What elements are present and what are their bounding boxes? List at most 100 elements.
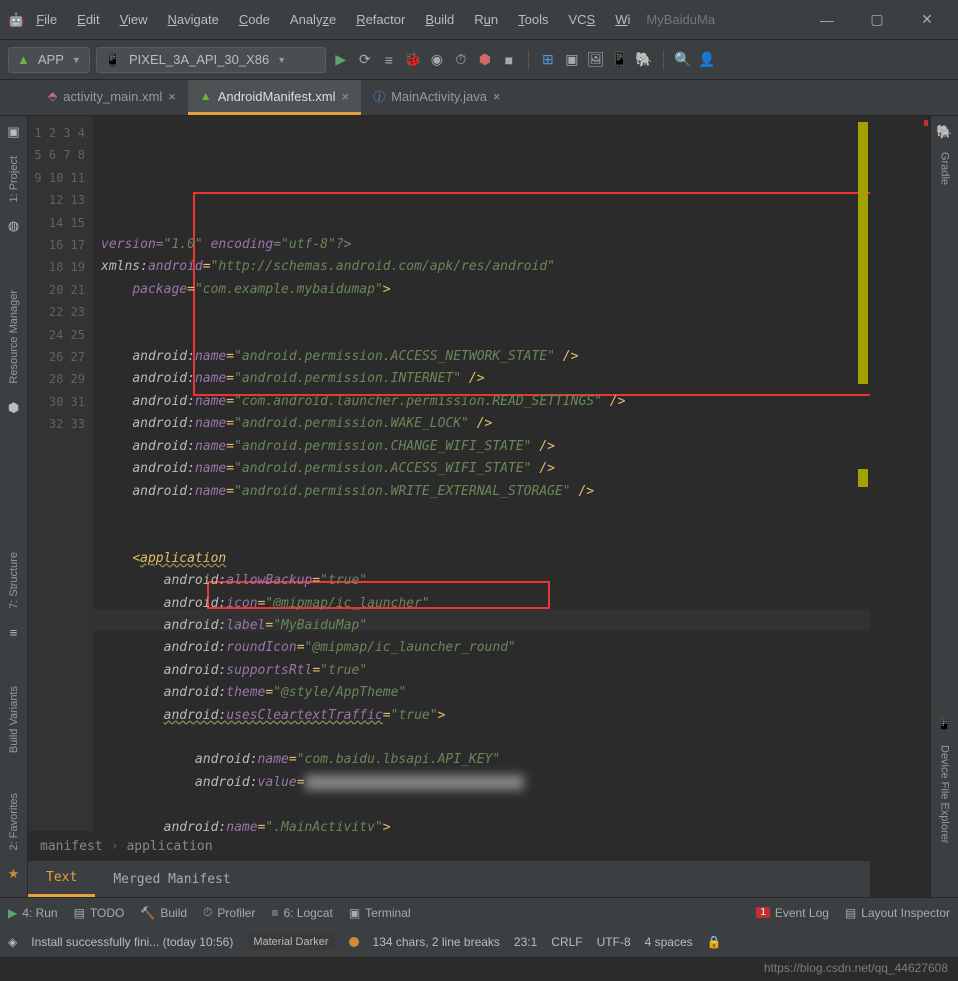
avd-manager-icon[interactable]: ⊞ <box>539 51 557 68</box>
status-message: Install successfully fini... (today 10:5… <box>31 935 233 949</box>
status-bar: ◈ Install successfully fini... (today 10… <box>0 927 958 957</box>
line-ending[interactable]: CRLF <box>551 935 582 949</box>
coverage-icon[interactable]: ◉ <box>428 51 446 68</box>
tab-main-activity[interactable]: ⓙ MainActivity.java × <box>361 80 512 115</box>
chevron-right-icon: › <box>111 839 119 854</box>
rail-gradle[interactable]: Gradle <box>939 148 951 189</box>
search-icon[interactable]: 🔍 <box>674 51 692 68</box>
cursor-position[interactable]: 23:1 <box>514 935 537 949</box>
menu-window[interactable]: Wi <box>607 8 638 31</box>
android-logo-icon: 🤖 <box>8 12 24 28</box>
rail-build-variants[interactable]: Build Variants <box>8 682 20 757</box>
title-bar: 🤖 File Edit View Navigate Code Analyze R… <box>0 0 958 40</box>
bottom-run[interactable]: ▶4: Run <box>8 906 58 920</box>
chevron-down-icon: ▼ <box>277 55 286 65</box>
tab-activity-main[interactable]: ⬘ activity_main.xml × <box>36 80 188 115</box>
profile-icon[interactable]: ⏱ <box>452 51 470 68</box>
structure-icon[interactable]: ≡ <box>10 625 18 640</box>
rail-project[interactable]: 1: Project <box>8 152 20 206</box>
star-icon[interactable]: ★ <box>8 866 20 882</box>
code-content[interactable]: version="1.0" encoding="utf-8"?> xmlns:a… <box>93 116 930 831</box>
status-dot-icon <box>349 937 359 947</box>
gradle-sync-icon[interactable]: 🐘 <box>635 51 653 68</box>
breadcrumb-item[interactable]: manifest <box>40 839 103 854</box>
main-toolbar: ▲ APP ▼ 📱 PIXEL_3A_API_30_X86 ▼ ▶ ⟳ ≡ 🐞 … <box>0 40 958 80</box>
bottom-terminal[interactable]: ▣ Terminal <box>349 906 411 920</box>
bottom-profiler[interactable]: ⏱ Profiler <box>203 905 255 920</box>
run-config-dropdown[interactable]: ▲ APP ▼ <box>8 47 90 73</box>
right-tool-rail: 🐘 Gradle 📱 Device File Explorer <box>930 116 958 897</box>
minimap[interactable] <box>870 116 930 831</box>
rail-device-explorer[interactable]: Device File Explorer <box>939 741 951 847</box>
phone-icon: 📱 <box>105 52 121 68</box>
avatar-icon[interactable]: 👤 <box>698 51 716 68</box>
device-label: PIXEL_3A_API_30_X86 <box>129 52 269 67</box>
selection-info: 134 chars, 2 line breaks <box>373 935 500 949</box>
theme-pill[interactable]: Material Darker <box>247 934 334 950</box>
menu-analyze[interactable]: Analyze <box>282 8 344 31</box>
device-manager-icon[interactable]: 📱 <box>611 51 629 68</box>
gradle-icon[interactable]: 🐘 <box>936 124 952 140</box>
left-tool-rail: ▣ 1: Project ◍ Resource Manager ⬢ 7: Str… <box>0 116 28 897</box>
rail-favorites[interactable]: 2: Favorites <box>8 789 20 854</box>
main-content: ▣ 1: Project ◍ Resource Manager ⬢ 7: Str… <box>0 116 958 897</box>
apply-changes-icon[interactable]: ⟳ <box>356 51 374 68</box>
sdk-manager-icon[interactable]: ▣ <box>563 51 581 68</box>
tab-label: MainActivity.java <box>391 89 487 104</box>
line-gutter: 1 2 3 4 5 6 7 8 9 10 11 12 13 14 15 16 1… <box>28 116 93 831</box>
run-button[interactable]: ▶ <box>332 51 350 68</box>
close-icon[interactable]: × <box>168 89 176 104</box>
bottom-tool-bar: ▶4: Run ▤ TODO 🔨 Build ⏱ Profiler ≡ 6: L… <box>0 897 958 927</box>
subtab-merged[interactable]: Merged Manifest <box>95 861 248 897</box>
breadcrumb-item[interactable]: application <box>126 839 212 854</box>
editor-subtabs: Text Merged Manifest <box>28 861 930 897</box>
menu-file[interactable]: File <box>28 8 65 31</box>
subtab-text[interactable]: Text <box>28 861 95 897</box>
bottom-todo[interactable]: ▤ TODO <box>74 906 125 920</box>
menu-vcs[interactable]: VCS <box>560 8 603 31</box>
device-explorer-icon[interactable]: 📱 <box>936 717 952 733</box>
close-window-button[interactable]: ✕ <box>904 11 950 28</box>
project-tool-icon[interactable]: ▣ <box>7 124 19 140</box>
java-icon: ⓙ <box>373 88 385 105</box>
close-icon[interactable]: × <box>341 89 349 104</box>
xml-icon: ⬘ <box>48 89 57 103</box>
encoding[interactable]: UTF-8 <box>597 935 631 949</box>
run-config-label: APP <box>38 52 64 67</box>
rail-structure[interactable]: 7: Structure <box>8 548 20 613</box>
diamond-icon: ◈ <box>8 935 17 949</box>
globe-icon[interactable]: ◍ <box>8 218 19 234</box>
project-name: MyBaiduMa <box>646 12 715 27</box>
debug-icon[interactable]: 🐞 <box>404 51 422 68</box>
editor-tabs: ⬘ activity_main.xml × ▲ AndroidManifest.… <box>0 80 958 116</box>
menu-refactor[interactable]: Refactor <box>348 8 413 31</box>
tab-manifest[interactable]: ▲ AndroidManifest.xml × <box>188 80 361 115</box>
menu-run[interactable]: Run <box>466 8 506 31</box>
menu-tools[interactable]: Tools <box>510 8 556 31</box>
indent[interactable]: 4 spaces <box>645 935 693 949</box>
menu-view[interactable]: View <box>112 8 156 31</box>
close-icon[interactable]: × <box>493 89 501 104</box>
lock-icon[interactable]: 🔒 <box>707 935 722 949</box>
attach-debugger-icon[interactable]: ⬢ <box>476 51 494 68</box>
tab-label: activity_main.xml <box>63 89 162 104</box>
stop-icon[interactable]: ■ <box>500 52 518 68</box>
android-icon: ▲ <box>200 89 212 103</box>
bottom-logcat[interactable]: ≡ 6: Logcat <box>271 906 332 920</box>
resource-manager-icon[interactable]: 🖼 <box>587 51 605 68</box>
menu-code[interactable]: Code <box>231 8 278 31</box>
rail-resource-manager[interactable]: Resource Manager <box>8 286 20 388</box>
bottom-inspector[interactable]: ▤ Layout Inspector <box>845 906 950 920</box>
menu-navigate[interactable]: Navigate <box>160 8 227 31</box>
menu-edit[interactable]: Edit <box>69 8 107 31</box>
bottom-build[interactable]: 🔨 Build <box>140 906 187 920</box>
minimize-button[interactable]: — <box>804 12 850 28</box>
bottom-eventlog[interactable]: 1Event Log <box>756 906 829 920</box>
apply-code-icon[interactable]: ≡ <box>380 52 398 68</box>
menu-build[interactable]: Build <box>417 8 462 31</box>
code-editor[interactable]: 1 2 3 4 5 6 7 8 9 10 11 12 13 14 15 16 1… <box>28 116 930 897</box>
chevron-down-icon: ▼ <box>72 55 81 65</box>
device-dropdown[interactable]: 📱 PIXEL_3A_API_30_X86 ▼ <box>96 47 326 73</box>
maximize-button[interactable]: ▢ <box>854 11 900 28</box>
resource-icon[interactable]: ⬢ <box>8 400 19 416</box>
